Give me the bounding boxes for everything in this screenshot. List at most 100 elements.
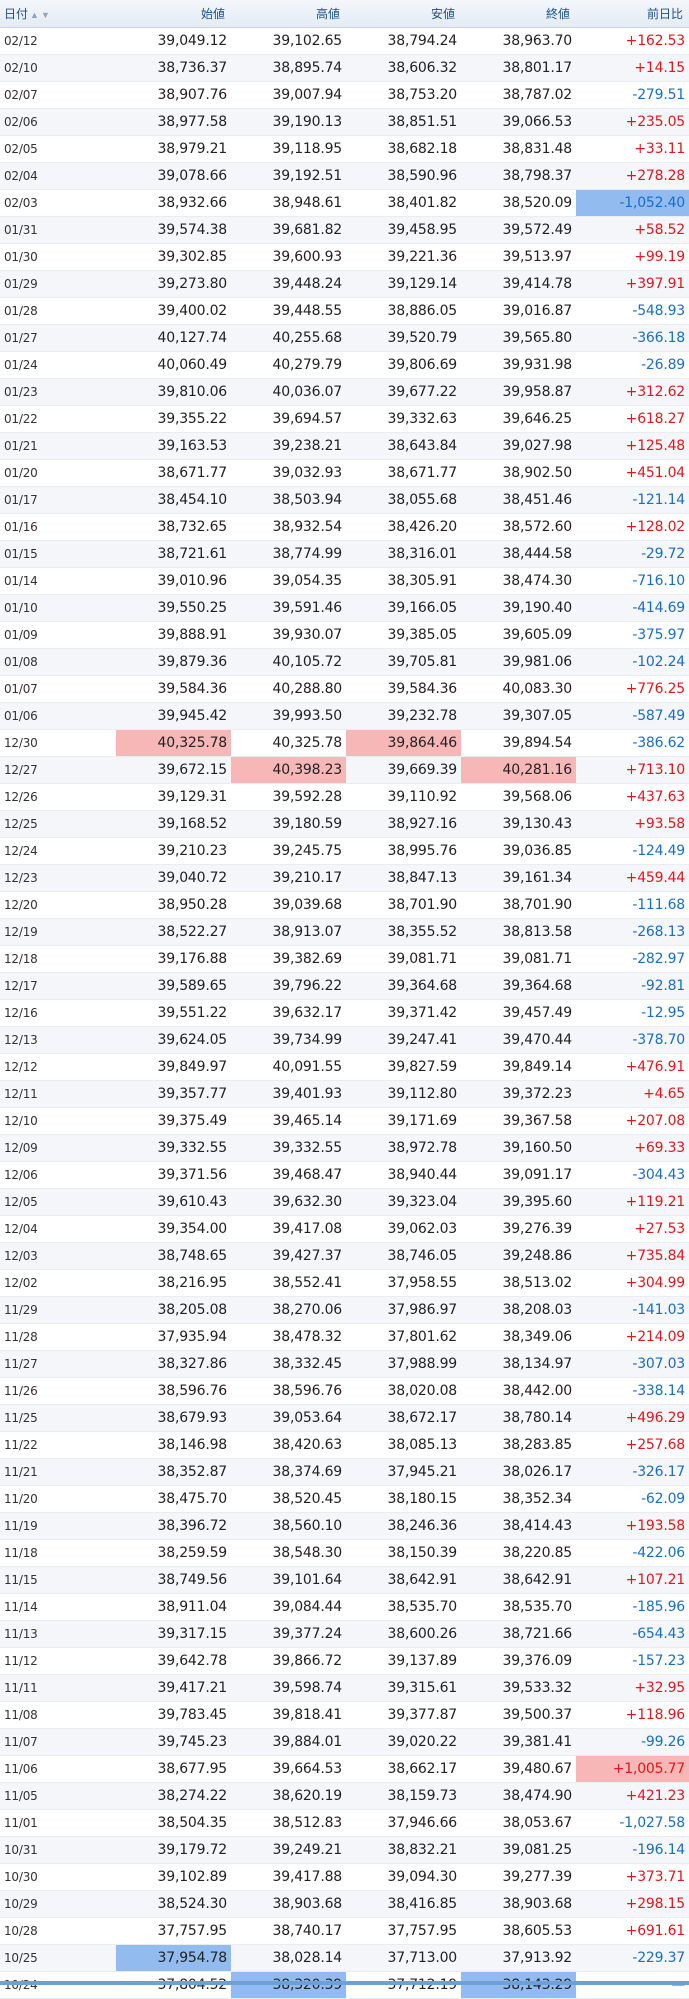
table-row[interactable]: 01/14 39,010.96 39,054.35 38,305.91 38,474.3… — [0, 567, 689, 595]
sort-descending-icon[interactable]: ▼ — [41, 10, 50, 20]
table-row[interactable]: 11/13 39,317.15 39,377.24 38,600.26 38,721.6… — [0, 1620, 689, 1648]
cell-open: 37,935.94 — [116, 1323, 231, 1351]
table-row[interactable]: 02/12 39,049.12 39,102.65 38,794.24 38,963.7… — [0, 27, 689, 55]
cell-open: 39,551.22 — [116, 999, 231, 1027]
table-row[interactable]: 01/09 39,888.91 39,930.07 39,385.05 39,605.0… — [0, 621, 689, 649]
table-row[interactable]: 11/18 38,259.59 38,548.30 38,150.39 38,220.8… — [0, 1539, 689, 1567]
table-row[interactable]: 12/18 39,176.88 39,382.69 39,081.71 39,081.7… — [0, 945, 689, 973]
table-row[interactable]: 12/27 39,672.15 40,398.23 39,669.39 40,281.1… — [0, 756, 689, 784]
cell-change: -29.72 — [576, 540, 689, 568]
table-row[interactable]: 12/20 38,950.28 39,039.68 38,701.90 38,701.9… — [0, 891, 689, 919]
column-header-high[interactable]: 高値 — [231, 0, 346, 28]
table-row[interactable]: 12/02 38,216.95 38,552.41 37,958.55 38,513.0… — [0, 1269, 689, 1297]
table-row[interactable]: 01/15 38,721.61 38,774.99 38,316.01 38,444.5… — [0, 540, 689, 568]
table-row[interactable]: 12/12 39,849.97 40,091.55 39,827.59 39,849.1… — [0, 1053, 689, 1081]
table-row[interactable]: 02/07 38,907.76 39,007.94 38,753.20 38,787.0… — [0, 81, 689, 109]
table-row[interactable]: 10/31 39,179.72 39,249.21 38,832.21 39,081.2… — [0, 1836, 689, 1864]
cell-low: 39,377.87 — [346, 1701, 461, 1729]
table-row[interactable]: 11/27 38,327.86 38,332.45 37,988.99 38,134.9… — [0, 1350, 689, 1378]
table-row[interactable]: 11/06 38,677.95 39,664.53 38,662.17 39,480.6… — [0, 1755, 689, 1783]
column-header-close[interactable]: 終値 — [461, 0, 576, 28]
table-row[interactable]: 12/06 39,371.56 39,468.47 38,940.44 39,091.1… — [0, 1161, 689, 1189]
cell-low: 37,958.55 — [346, 1269, 461, 1297]
table-row[interactable]: 01/30 39,302.85 39,600.93 39,221.36 39,513.9… — [0, 243, 689, 271]
table-row[interactable]: 01/17 38,454.10 38,503.94 38,055.68 38,451.4… — [0, 486, 689, 514]
table-row[interactable]: 01/20 38,671.77 39,032.93 38,671.77 38,902.5… — [0, 459, 689, 487]
column-header-change[interactable]: 前日比 — [576, 0, 689, 28]
column-header-date[interactable]: 日付 ▲ ▼ — [0, 0, 116, 28]
table-row[interactable]: 01/07 39,584.36 40,288.80 39,584.36 40,083.3… — [0, 675, 689, 703]
table-row[interactable]: 12/17 39,589.65 39,796.22 39,364.68 39,364.6… — [0, 972, 689, 1000]
table-row[interactable]: 11/19 38,396.72 38,560.10 38,246.36 38,414.4… — [0, 1512, 689, 1540]
table-row[interactable]: 10/25 37,954.78 38,028.14 37,713.00 37,913.9… — [0, 1944, 689, 1972]
table-row[interactable]: 12/26 39,129.31 39,592.28 39,110.92 39,568.0… — [0, 783, 689, 811]
cell-low: 38,682.18 — [346, 135, 461, 163]
column-header-low[interactable]: 安値 — [346, 0, 461, 28]
table-row[interactable]: 10/30 39,102.89 39,417.88 39,094.30 39,277.3… — [0, 1863, 689, 1891]
table-row[interactable]: 01/06 39,945.42 39,993.50 39,232.78 39,307.0… — [0, 702, 689, 730]
table-row[interactable]: 11/15 38,749.56 39,101.64 38,642.91 38,642.9… — [0, 1566, 689, 1594]
table-row[interactable]: 12/05 39,610.43 39,632.30 39,323.04 39,395.6… — [0, 1188, 689, 1216]
table-row[interactable]: 11/22 38,146.98 38,420.63 38,085.13 38,283.8… — [0, 1431, 689, 1459]
table-row[interactable]: 10/29 38,524.30 38,903.68 38,416.85 38,903.6… — [0, 1890, 689, 1918]
table-row[interactable]: 12/30 40,325.78 40,325.78 39,864.46 39,894.5… — [0, 729, 689, 757]
table-row[interactable]: 11/07 39,745.23 39,884.01 39,020.22 39,381.4… — [0, 1728, 689, 1756]
table-row[interactable]: 01/16 38,732.65 38,932.54 38,426.20 38,572.6… — [0, 513, 689, 541]
table-row[interactable]: 12/23 39,040.72 39,210.17 38,847.13 39,161.3… — [0, 864, 689, 892]
cell-low: 37,945.21 — [346, 1458, 461, 1486]
table-row[interactable]: 11/12 39,642.78 39,866.72 39,137.89 39,376.0… — [0, 1647, 689, 1675]
table-row[interactable]: 02/05 38,979.21 39,118.95 38,682.18 38,831.4… — [0, 135, 689, 163]
cell-close: 39,381.41 — [461, 1728, 576, 1756]
table-row[interactable]: 12/13 39,624.05 39,734.99 39,247.41 39,470.4… — [0, 1026, 689, 1054]
table-row[interactable]: 02/10 38,736.37 38,895.74 38,606.32 38,801.1… — [0, 54, 689, 82]
table-row[interactable]: 11/29 38,205.08 38,270.06 37,986.97 38,208.0… — [0, 1296, 689, 1324]
table-row[interactable]: 02/03 38,932.66 38,948.61 38,401.82 38,520.0… — [0, 189, 689, 217]
table-row[interactable]: 12/03 38,748.65 39,427.37 38,746.05 39,248.8… — [0, 1242, 689, 1270]
table-row[interactable]: 01/24 40,060.49 40,279.79 39,806.69 39,931.9… — [0, 351, 689, 379]
column-header-open[interactable]: 始値 — [116, 0, 231, 28]
table-row[interactable]: 12/16 39,551.22 39,632.17 39,371.42 39,457.4… — [0, 999, 689, 1027]
cell-close: 38,963.70 — [461, 27, 576, 55]
sort-ascending-icon[interactable]: ▲ — [30, 10, 39, 20]
table-row[interactable]: 11/08 39,783.45 39,818.41 39,377.87 39,500.3… — [0, 1701, 689, 1729]
cell-date: 01/14 — [0, 567, 116, 595]
table-row[interactable]: 12/19 38,522.27 38,913.07 38,355.52 38,813.5… — [0, 918, 689, 946]
table-row[interactable]: 01/21 39,163.53 39,238.21 38,643.84 39,027.9… — [0, 432, 689, 460]
table-row[interactable]: 11/01 38,504.35 38,512.83 37,946.66 38,053.6… — [0, 1809, 689, 1837]
cell-low: 39,584.36 — [346, 675, 461, 703]
table-row[interactable]: 12/25 39,168.52 39,180.59 38,927.16 39,130.4… — [0, 810, 689, 838]
table-row[interactable]: 01/22 39,355.22 39,694.57 39,332.63 39,646.2… — [0, 405, 689, 433]
table-row[interactable]: 01/29 39,273.80 39,448.24 39,129.14 39,414.7… — [0, 270, 689, 298]
table-row[interactable]: 11/21 38,352.87 38,374.69 37,945.21 38,026.1… — [0, 1458, 689, 1486]
table-row[interactable]: 01/28 39,400.02 39,448.55 38,886.05 39,016.8… — [0, 297, 689, 325]
table-row[interactable]: 11/05 38,274.22 38,620.19 38,159.73 38,474.9… — [0, 1782, 689, 1810]
table-row[interactable]: 01/31 39,574.38 39,681.82 39,458.95 39,572.4… — [0, 216, 689, 244]
table-row[interactable]: 11/26 38,596.76 38,596.76 38,020.08 38,442.0… — [0, 1377, 689, 1405]
table-row[interactable]: 02/04 39,078.66 39,192.51 38,590.96 38,798.3… — [0, 162, 689, 190]
table-row[interactable]: 01/27 40,127.74 40,255.68 39,520.79 39,565.8… — [0, 324, 689, 352]
table-row[interactable]: 12/24 39,210.23 39,245.75 38,995.76 39,036.8… — [0, 837, 689, 865]
cell-change: +107.21 — [576, 1566, 689, 1594]
cell-close: 38,414.43 — [461, 1512, 576, 1540]
table-row[interactable]: 02/06 38,977.58 39,190.13 38,851.51 39,066.5… — [0, 108, 689, 136]
table-row[interactable]: 12/11 39,357.77 39,401.93 39,112.80 39,372.2… — [0, 1080, 689, 1108]
table-row[interactable]: 12/09 39,332.55 39,332.55 38,972.78 39,160.5… — [0, 1134, 689, 1162]
table-row[interactable]: 11/14 38,911.04 39,084.44 38,535.70 38,535.7… — [0, 1593, 689, 1621]
table-row[interactable]: 01/10 39,550.25 39,591.46 39,166.05 39,190.4… — [0, 594, 689, 622]
table-row[interactable]: 11/20 38,475.70 38,520.45 38,180.15 38,352.3… — [0, 1485, 689, 1513]
table-row[interactable]: 11/25 38,679.93 39,053.64 38,672.17 38,780.1… — [0, 1404, 689, 1432]
table-row[interactable]: 01/23 39,810.06 40,036.07 39,677.22 39,958.8… — [0, 378, 689, 406]
table-row[interactable]: 12/10 39,375.49 39,465.14 39,171.69 39,367.5… — [0, 1107, 689, 1135]
cell-close: 39,364.68 — [461, 972, 576, 1000]
bottom-scroll-bar[interactable] — [0, 1981, 689, 1985]
table-row[interactable]: 12/04 39,354.00 39,417.08 39,062.03 39,276.3… — [0, 1215, 689, 1243]
table-row[interactable]: 01/08 39,879.36 40,105.72 39,705.81 39,981.0… — [0, 648, 689, 676]
cell-close: 39,470.44 — [461, 1026, 576, 1054]
cell-date: 12/24 — [0, 837, 116, 865]
cell-high: 38,560.10 — [231, 1512, 346, 1540]
table-row[interactable]: 11/28 37,935.94 38,478.32 37,801.62 38,349.0… — [0, 1323, 689, 1351]
cell-high: 39,192.51 — [231, 162, 346, 190]
table-row[interactable]: 10/28 37,757.95 38,740.17 37,757.95 38,605.5… — [0, 1917, 689, 1945]
table-row[interactable]: 11/11 39,417.21 39,598.74 39,315.61 39,533.3… — [0, 1674, 689, 1702]
cell-open: 38,274.22 — [116, 1782, 231, 1810]
